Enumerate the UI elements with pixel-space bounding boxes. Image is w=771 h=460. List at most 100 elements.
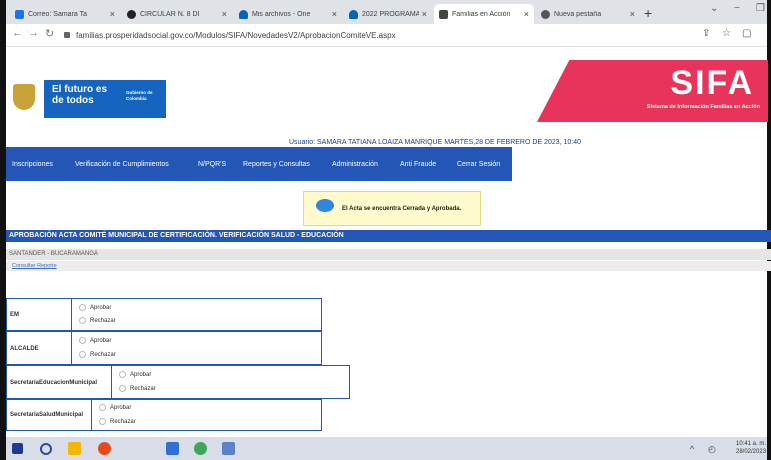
location-bar: SANTANDER - BUCARAMANGA — [6, 249, 771, 260]
notice-text: El Acta se encuentra Cerrada y Aprobada. — [342, 206, 462, 212]
browser-toolbar: ← → ↻ familias.prosperidadsocial.gov.co/… — [6, 24, 767, 47]
reject-option[interactable]: Rechazar — [99, 418, 136, 425]
tray-chevron-icon[interactable]: ^ — [690, 444, 694, 454]
calculator-icon[interactable] — [222, 442, 235, 455]
tab-onedrive[interactable]: Mis archivos - One × — [234, 4, 342, 24]
tab-circular[interactable]: CIRCULAR N. 8 DI × — [122, 4, 232, 24]
forward-icon[interactable]: → — [28, 27, 39, 39]
radio-button[interactable] — [79, 304, 86, 311]
menu-administracion[interactable]: Administración — [332, 161, 378, 168]
row-label: SecretariaSaludMunicipal — [10, 412, 84, 418]
tab-programa[interactable]: 2022 PROGRAMA × — [344, 4, 432, 24]
reject-label: Rechazar — [130, 385, 156, 392]
tab-label: Nueva pestaña — [554, 10, 602, 18]
row-label: ALCALDE — [10, 346, 39, 352]
sidepanel-icon[interactable]: ▢ — [742, 28, 751, 39]
radio-button[interactable] — [99, 418, 106, 425]
tab-label: Familias en Acción — [452, 10, 511, 18]
main-menu: Inscripciones Verificación de Cumplimien… — [6, 147, 512, 181]
tab-label: 2022 PROGRAMA — [362, 10, 419, 18]
cloud-icon — [349, 9, 358, 19]
radio-button[interactable] — [99, 404, 106, 411]
section-title-bar: APROBACIÓN ACTA COMITÉ MUNICIPAL DE CERT… — [6, 230, 771, 242]
lock-icon — [64, 32, 70, 38]
row-divider — [111, 366, 112, 398]
radio-button[interactable] — [119, 385, 126, 392]
tab-label: Mis archivos - One — [252, 10, 311, 18]
approve-option[interactable]: Aprobar — [119, 371, 151, 378]
approval-row-sec-salud: SecretariaSaludMunicipal Aprobar Rechaza… — [6, 399, 322, 431]
approval-row-sec-educacion: SecretariaEducacionMunicipal Aprobar Rec… — [6, 365, 350, 399]
tab-label: CIRCULAR N. 8 DI — [140, 10, 200, 18]
user-info: Usuario: SAMARA TATIANA LOAIZA MANRIQUE … — [289, 139, 582, 146]
menu-pqrs[interactable]: N/PQR'S — [198, 161, 226, 168]
reject-option[interactable]: Rechazar — [79, 351, 116, 358]
sifa-banner: SIFA Sistema de Información Familias en … — [537, 60, 768, 122]
browser-tab-strip: Correo: Samara Ta × CIRCULAR N. 8 DI × M… — [6, 0, 767, 24]
share-icon[interactable]: ⇪ — [702, 28, 710, 39]
bookmark-star-icon[interactable]: ☆ — [722, 28, 731, 39]
menu-verificacion[interactable]: Verificación de Cumplimientos — [75, 161, 169, 168]
reject-option[interactable]: Rechazar — [79, 317, 116, 324]
menu-inscripciones[interactable]: Inscripciones — [12, 161, 53, 168]
consultar-reporte-link[interactable]: Consultar Reporte — [12, 263, 57, 269]
approve-option[interactable]: Aprobar — [79, 304, 111, 311]
reload-icon[interactable]: ↻ — [45, 27, 54, 40]
address-bar[interactable]: familias.prosperidadsocial.gov.co/Modulo… — [64, 27, 684, 43]
close-tab-icon[interactable]: × — [332, 9, 337, 19]
logo-sub-text: Gobierno de Colombia — [126, 90, 153, 101]
row-divider — [71, 299, 72, 330]
back-icon[interactable]: ← — [12, 27, 23, 39]
close-tab-icon[interactable]: × — [630, 9, 635, 19]
tab-correo[interactable]: Correo: Samara Ta × — [10, 4, 120, 24]
cloud-icon — [239, 9, 248, 19]
close-tab-icon[interactable]: × — [110, 9, 115, 19]
close-tab-icon[interactable]: × — [222, 9, 227, 19]
menu-anti-fraude[interactable]: Anti Fraude — [400, 161, 436, 168]
new-tab-button[interactable]: + — [644, 4, 652, 22]
menu-cerrar-sesion[interactable]: Cerrar Sesión — [457, 161, 500, 168]
status-notice: El Acta se encuentra Cerrada y Aprobada. — [303, 191, 481, 226]
system-clock[interactable]: 10:41 a. m. 28/02/2023 — [736, 440, 766, 456]
radio-button[interactable] — [79, 317, 86, 324]
windows-taskbar: ^ ◴ 10:41 a. m. 28/02/2023 — [6, 437, 767, 460]
approve-option[interactable]: Aprobar — [99, 404, 131, 411]
row-divider — [71, 332, 72, 364]
radio-button[interactable] — [79, 337, 86, 344]
colombia-shield-logo — [13, 84, 35, 110]
row-label: EM — [10, 312, 19, 318]
location-text: SANTANDER - BUCARAMANGA — [9, 251, 98, 257]
chrome-icon[interactable] — [98, 442, 111, 455]
chrome-icon — [541, 9, 550, 19]
approve-label: Aprobar — [110, 404, 132, 411]
row-label: SecretariaEducacionMunicipal — [10, 380, 98, 386]
clock-date: 28/02/2023 — [736, 449, 767, 455]
consultar-bar: Consultar Reporte — [6, 261, 771, 271]
tab-search-icon[interactable]: ⌄ — [710, 3, 718, 14]
calendar-icon[interactable] — [166, 442, 179, 455]
close-tab-icon[interactable]: × — [422, 9, 427, 19]
approve-label: Aprobar — [130, 371, 152, 378]
tab-familias-accion[interactable]: Familias en Acción × — [434, 4, 534, 24]
tab-nueva-pestana[interactable]: Nueva pestaña × — [536, 4, 640, 24]
row-divider — [91, 400, 92, 430]
search-icon[interactable] — [40, 443, 52, 455]
menu-reportes[interactable]: Reportes y Consultas — [243, 161, 310, 168]
sifa-title: SIFA — [670, 64, 754, 102]
mail-icon — [15, 9, 24, 19]
radio-button[interactable] — [119, 371, 126, 378]
sifa-subtitle: Sistema de Información Familias en Acció… — [646, 104, 760, 110]
network-icon[interactable]: ◴ — [708, 444, 716, 455]
minimize-button[interactable]: − — [734, 3, 740, 14]
approve-option[interactable]: Aprobar — [79, 337, 111, 344]
speech-bubble-icon — [316, 199, 334, 212]
phone-link-icon[interactable] — [194, 442, 207, 455]
close-tab-icon[interactable]: × — [524, 9, 529, 19]
file-explorer-icon[interactable] — [68, 442, 81, 455]
radio-button[interactable] — [79, 351, 86, 358]
reject-option[interactable]: Rechazar — [119, 385, 156, 392]
restore-button[interactable]: ❐ — [756, 3, 765, 14]
start-icon[interactable] — [12, 443, 23, 454]
gobierno-logo: El futuro es de todos Gobierno de Colomb… — [44, 80, 166, 118]
clock-time: 10:41 a. m. — [736, 441, 767, 447]
